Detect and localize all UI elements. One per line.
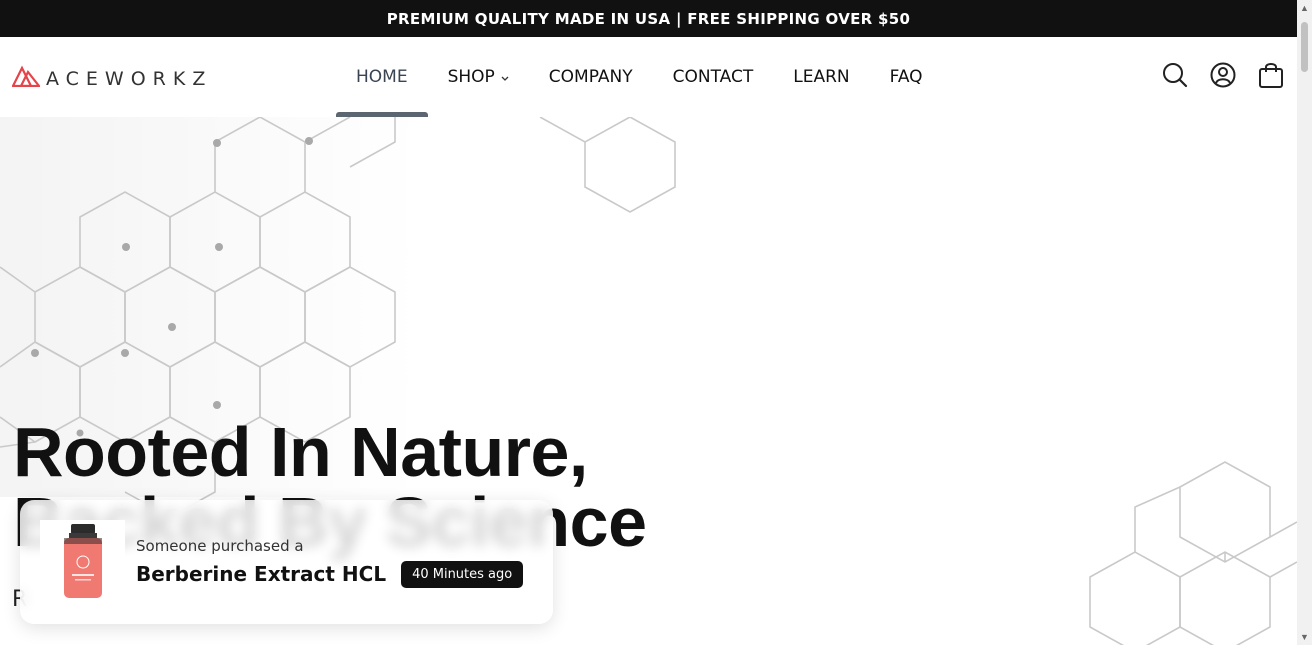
popup-time-badge: 40 Minutes ago (401, 560, 524, 588)
nav-contact[interactable]: CONTACT (653, 37, 774, 117)
announcement-text: PREMIUM QUALITY MADE IN USA | FREE SHIPP… (386, 9, 911, 28)
popup-prefix: Someone purchased a (136, 536, 304, 555)
nav-shop-label: SHOP (447, 67, 495, 87)
nav-home[interactable]: HOME (336, 37, 428, 117)
nav-faq-label: FAQ (889, 67, 923, 87)
logo[interactable]: ACEWORKZ (11, 65, 213, 92)
main-nav: HOME SHOP COMPANY CONTACT LEARN FAQ (336, 37, 943, 117)
nav-faq[interactable]: FAQ (870, 37, 943, 117)
chevron-down-icon (501, 67, 509, 87)
cart-icon[interactable] (1257, 61, 1285, 89)
logo-icon (11, 65, 42, 92)
page-scrollbar[interactable]: ▲ ▼ (1297, 0, 1312, 645)
product-thumbnail (40, 519, 125, 605)
nav-company-label: COMPANY (548, 67, 633, 87)
nav-contact-label: CONTACT (672, 67, 754, 87)
popup-body: Someone purchased a Berberine Extract HC… (136, 536, 524, 588)
nav-home-label: HOME (356, 67, 408, 87)
search-icon[interactable] (1161, 61, 1189, 89)
hero-title-line1: Rooted In Nature, (13, 413, 588, 491)
nav-shop[interactable]: SHOP (428, 37, 529, 117)
site-header: ACEWORKZ HOME SHOP COMPANY CONTACT LEARN… (0, 37, 1297, 117)
recent-purchase-popup[interactable]: Someone purchased a Berberine Extract HC… (20, 500, 553, 624)
scroll-thumb[interactable] (1301, 22, 1308, 72)
popup-row: Berberine Extract HCL 40 Minutes ago (136, 560, 524, 588)
scroll-up-arrow-icon[interactable]: ▲ (1300, 3, 1309, 13)
announcement-bar: PREMIUM QUALITY MADE IN USA | FREE SHIPP… (0, 0, 1297, 37)
popup-product-name[interactable]: Berberine Extract HCL (136, 562, 386, 586)
scroll-down-arrow-icon[interactable]: ▼ (1300, 632, 1309, 642)
account-icon[interactable] (1209, 61, 1237, 89)
nav-learn-label: LEARN (793, 67, 850, 87)
nav-company[interactable]: COMPANY (529, 37, 653, 117)
nav-learn[interactable]: LEARN (773, 37, 869, 117)
header-icons (1161, 61, 1285, 89)
supplement-bottle-icon (63, 524, 102, 598)
logo-text: ACEWORKZ (46, 67, 213, 90)
